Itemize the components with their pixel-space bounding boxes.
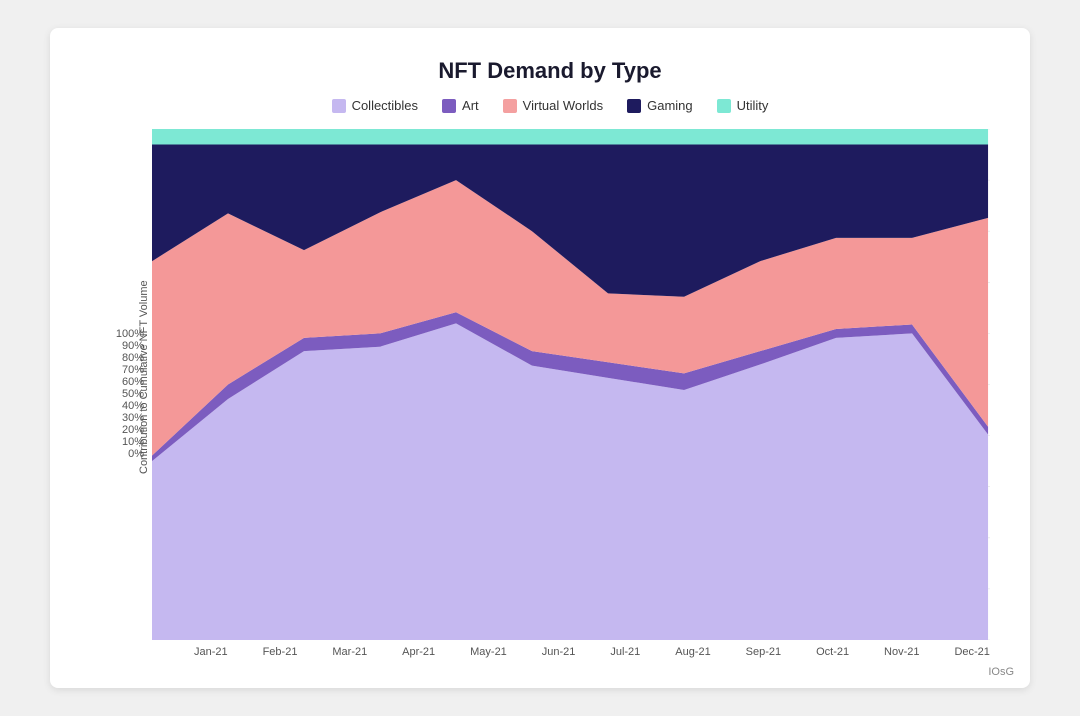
x-axis-label: Jul-21	[610, 646, 640, 658]
legend-item-virtual-worlds: Virtual Worlds	[503, 98, 603, 113]
x-axis-label: Jun-21	[542, 646, 576, 658]
legend-swatch	[442, 99, 456, 113]
x-axis-label: Nov-21	[884, 646, 919, 658]
legend-label: Art	[462, 98, 479, 113]
y-axis-label: 10%	[110, 436, 144, 448]
x-axis-label: Jan-21	[194, 646, 228, 658]
legend-swatch	[717, 99, 731, 113]
legend-item-collectibles: Collectibles	[332, 98, 418, 113]
x-axis-label: May-21	[470, 646, 507, 658]
legend-label: Gaming	[647, 98, 693, 113]
y-axis-label: 70%	[110, 364, 144, 376]
x-axis-label: Dec-21	[954, 646, 989, 658]
legend-swatch	[332, 99, 346, 113]
x-axis-label: Feb-21	[263, 646, 298, 658]
legend-swatch	[503, 99, 517, 113]
legend-swatch	[627, 99, 641, 113]
legend-item-utility: Utility	[717, 98, 769, 113]
legend-label: Utility	[737, 98, 769, 113]
y-axis-label: 30%	[110, 412, 144, 424]
x-axis-label: Mar-21	[332, 646, 367, 658]
legend: Collectibles Art Virtual Worlds Gaming Utili…	[110, 98, 990, 113]
y-axis-label: 60%	[110, 376, 144, 388]
legend-label: Collectibles	[352, 98, 418, 113]
x-axis-label: Aug-21	[675, 646, 710, 658]
y-axis-label: 20%	[110, 424, 144, 436]
chart-title: NFT Demand by Type	[110, 58, 990, 84]
legend-item-art: Art	[442, 98, 479, 113]
plot-area	[152, 129, 990, 640]
chart-area: Contribution to Cumulative NFT Volume 0%…	[110, 129, 990, 658]
watermark: IOsG	[988, 666, 1014, 678]
y-axis-label: 0%	[110, 448, 144, 460]
legend-label: Virtual Worlds	[523, 98, 603, 113]
y-axis-label: 80%	[110, 352, 144, 364]
y-axis-label: 100%	[110, 328, 144, 340]
y-axis-label: 90%	[110, 340, 144, 352]
chart-container: NFT Demand by Type Collectibles Art Virtua…	[50, 28, 1030, 688]
x-axis-label: Sep-21	[746, 646, 781, 658]
legend-item-gaming: Gaming	[627, 98, 693, 113]
y-axis-label: 40%	[110, 400, 144, 412]
utility-area	[152, 129, 988, 145]
y-axis: 0%10%20%30%40%50%60%70%80%90%100%	[110, 328, 152, 460]
y-axis-label: 50%	[110, 388, 144, 400]
x-axis-label: Apr-21	[402, 646, 435, 658]
x-axis: Jan-21 Feb-21 Mar-21 Apr-21 May-21 Jun-21 Jul-…	[152, 646, 990, 658]
x-axis-label: Oct-21	[816, 646, 849, 658]
chart-svg	[152, 129, 990, 640]
